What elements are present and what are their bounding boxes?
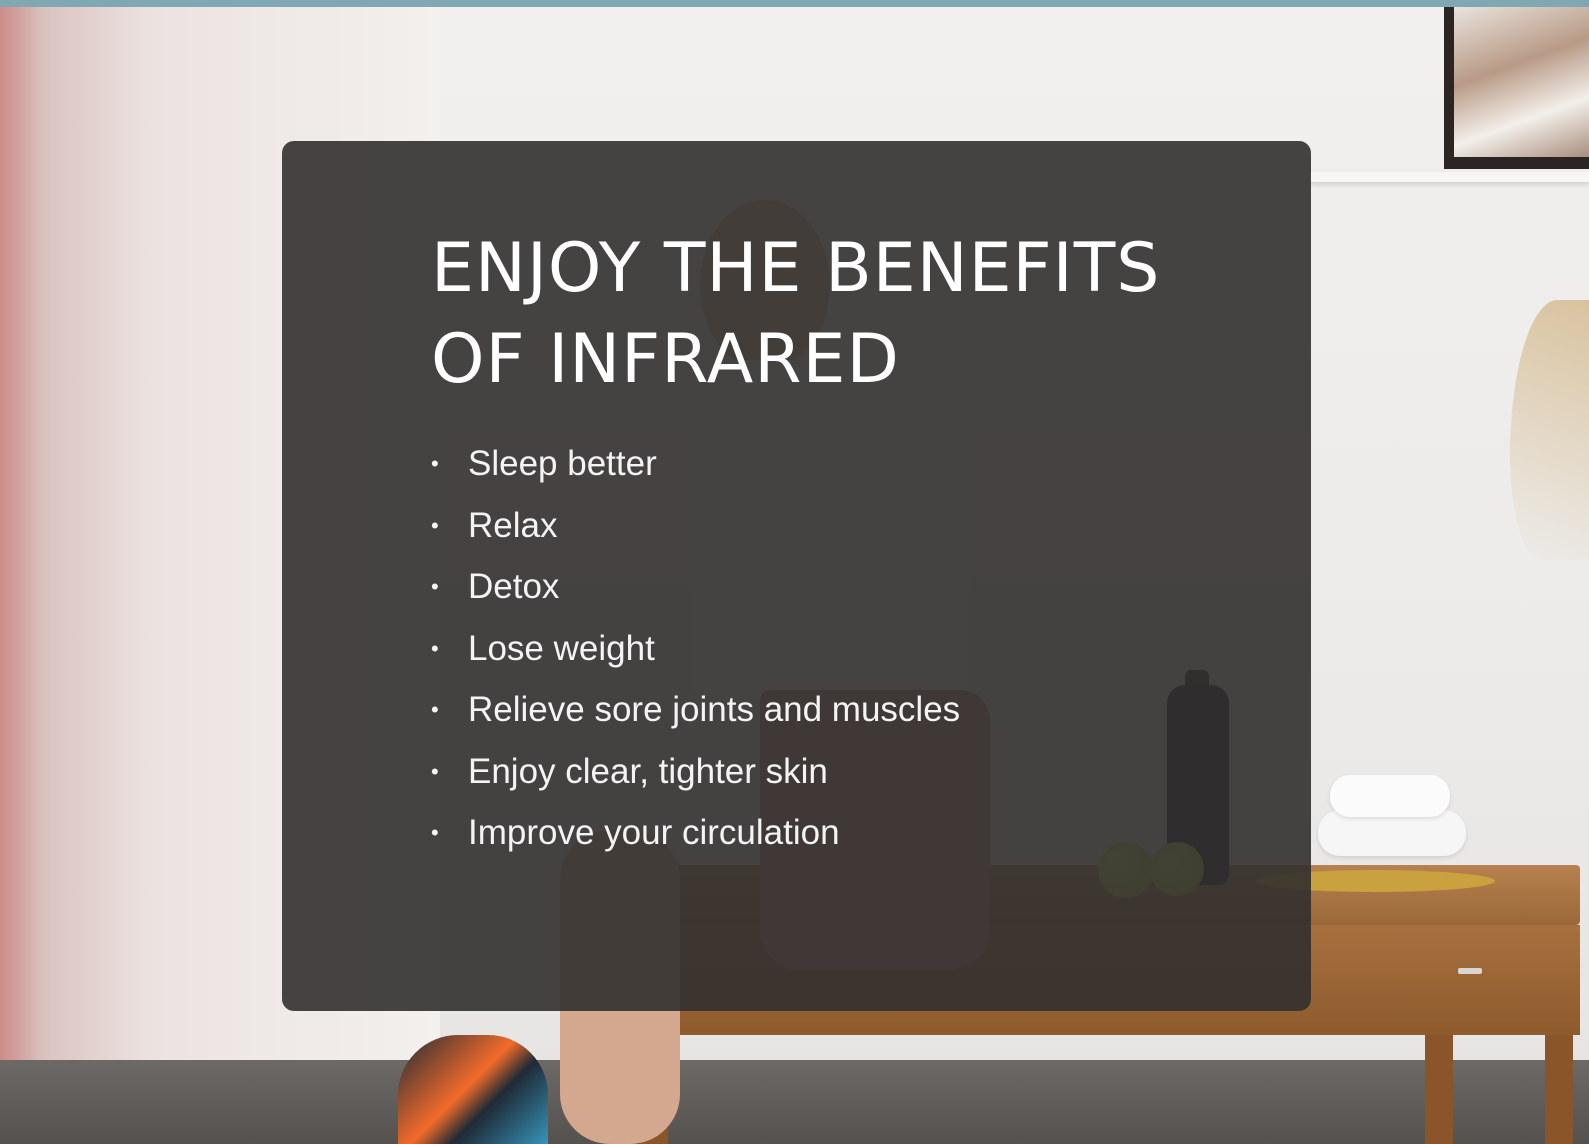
- bullet-icon: •: [431, 512, 439, 538]
- bullet-icon: •: [431, 697, 439, 722]
- benefit-item: • Relieve sore joints and muscles: [431, 679, 960, 741]
- benefit-item: • Lose weight: [431, 618, 960, 680]
- benefit-item: • Detox: [431, 556, 960, 618]
- benefit-label: Sleep better: [468, 444, 657, 483]
- bench-handle: [1458, 968, 1482, 974]
- benefits-card: ENJOY THE BENEFITS OF INFRARED • Sleep b…: [282, 141, 1311, 1011]
- benefit-item: • Sleep better: [431, 433, 960, 495]
- wall-shelf: [1310, 172, 1589, 182]
- bullet-icon: •: [431, 758, 439, 784]
- benefits-title: ENJOY THE BENEFITS OF INFRARED: [431, 229, 1161, 399]
- rolled-towel: [1330, 775, 1450, 817]
- benefit-item: • Relax: [431, 495, 960, 557]
- benefit-label: Enjoy clear, tighter skin: [468, 751, 828, 791]
- benefits-list: • Sleep better • Relax • Detox • Lose we…: [431, 433, 960, 864]
- benefit-item: • Improve your circulation: [431, 802, 960, 864]
- benefit-label: Relieve sore joints and muscles: [468, 690, 961, 729]
- wall-glow: [0, 0, 40, 1144]
- bullet-icon: •: [431, 820, 439, 845]
- benefit-item: • Enjoy clear, tighter skin: [431, 741, 960, 803]
- bench-leg: [1425, 1035, 1453, 1144]
- floor: [0, 1060, 1589, 1144]
- bullet-icon: •: [431, 635, 439, 661]
- top-accent-bar: [0, 0, 1589, 7]
- benefit-label: Lose weight: [468, 628, 655, 668]
- bullet-icon: •: [431, 451, 439, 476]
- bench-leg: [1545, 1035, 1573, 1144]
- benefit-label: Improve your circulation: [468, 813, 840, 852]
- picture-frame-art: [1454, 7, 1589, 157]
- bullet-icon: •: [431, 574, 439, 599]
- padel-racket: [398, 1035, 548, 1144]
- benefit-label: Detox: [468, 567, 560, 606]
- page: ENJOY THE BENEFITS OF INFRARED • Sleep b…: [0, 0, 1589, 1144]
- benefit-label: Relax: [468, 505, 558, 545]
